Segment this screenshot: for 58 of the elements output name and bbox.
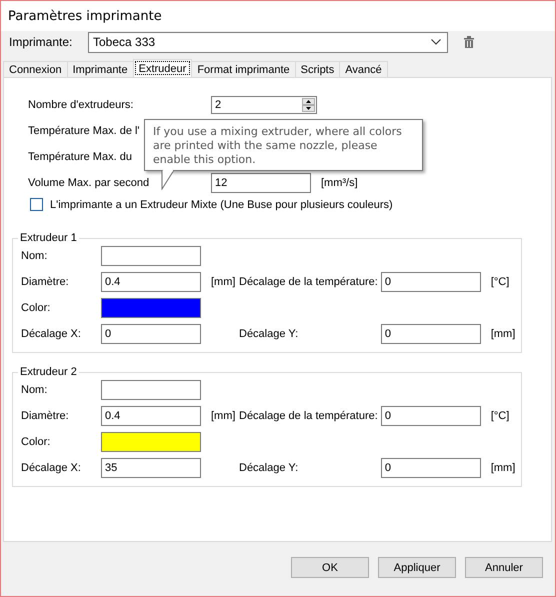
field-label: Color: <box>21 436 52 448</box>
color-swatch[interactable] <box>101 298 201 318</box>
field-label: Nombre d'extrudeurs: <box>28 99 134 111</box>
field-label: Décalage de la température: <box>239 276 379 288</box>
chevron-down-icon <box>431 39 441 45</box>
input-field[interactable] <box>101 380 201 400</box>
input-field[interactable]: 0 <box>380 272 481 292</box>
trash-icon[interactable] <box>464 36 474 48</box>
unit-label: [mm³/s] <box>320 177 358 189</box>
field-label: Diamètre: <box>21 276 70 288</box>
dialog-button[interactable]: Annuler <box>465 557 543 578</box>
field-label: Diamètre: <box>21 410 70 422</box>
field-label: Décalage X: <box>21 328 82 340</box>
input-field[interactable]: 0 <box>380 458 481 478</box>
tab[interactable]: Connexion <box>3 61 68 77</box>
tooltip: If you use a mixing extruder, where all colors are printed with the same nozzle, please enable this option. <box>144 119 423 171</box>
number-spinner[interactable]: 2 <box>211 96 317 114</box>
field-label: Volume Max. par second <box>28 177 150 189</box>
input-field[interactable] <box>101 246 201 266</box>
spin-arrows-icon[interactable] <box>302 98 315 112</box>
field-label: Température Max. de l' <box>28 125 140 137</box>
unit-label: [mm] <box>210 276 236 288</box>
field-label: Température Max. du <box>28 151 132 163</box>
tooltip-pointer-icon <box>161 170 175 190</box>
group-title: Extrudeur 1 <box>19 232 78 244</box>
tab[interactable]: Scripts <box>294 61 340 77</box>
tab[interactable]: Avancé <box>339 61 388 77</box>
field-label: Décalage Y: <box>239 462 300 474</box>
input-field[interactable]: 0 <box>101 324 201 344</box>
color-swatch[interactable] <box>101 432 201 452</box>
group-title: Extrudeur 2 <box>19 366 78 378</box>
input-field[interactable]: 0.4 <box>101 406 201 426</box>
input-field[interactable]: 0.4 <box>101 272 201 292</box>
input-field[interactable]: 0 <box>380 406 481 426</box>
input-field[interactable]: 0 <box>380 324 481 344</box>
field-label: Color: <box>21 302 52 314</box>
field-label: Nom: <box>21 384 48 396</box>
tab[interactable]: Extrudeur <box>132 59 192 77</box>
checkbox[interactable] <box>30 198 43 211</box>
dialog-button[interactable]: OK <box>291 557 369 578</box>
field-label: Décalage de la température: <box>239 410 379 422</box>
unit-label: [mm] <box>490 328 516 340</box>
unit-label: [°C] <box>490 410 510 422</box>
input-field[interactable]: 12 <box>211 173 311 193</box>
unit-label: [mm] <box>490 462 516 474</box>
tab[interactable]: Imprimante <box>66 61 134 77</box>
field-label: Décalage X: <box>21 462 82 474</box>
unit-label: [mm] <box>210 410 236 422</box>
field-label: Imprimante: <box>9 35 74 49</box>
field-label: Nom: <box>21 250 48 262</box>
dialog-button[interactable]: Appliquer <box>378 557 456 578</box>
checkbox-label: L'imprimante a un Extrudeur Mixte (Une Buse pour plusieurs couleurs) <box>50 198 393 210</box>
field-label: Décalage Y: <box>239 328 300 340</box>
input-field[interactable]: 35 <box>101 458 201 478</box>
tab[interactable]: Format imprimante <box>191 61 296 77</box>
printer-dropdown[interactable]: Tobeca 333 <box>88 32 448 52</box>
window-title: Paramètres imprimante <box>8 8 162 24</box>
unit-label: [°C] <box>490 276 510 288</box>
